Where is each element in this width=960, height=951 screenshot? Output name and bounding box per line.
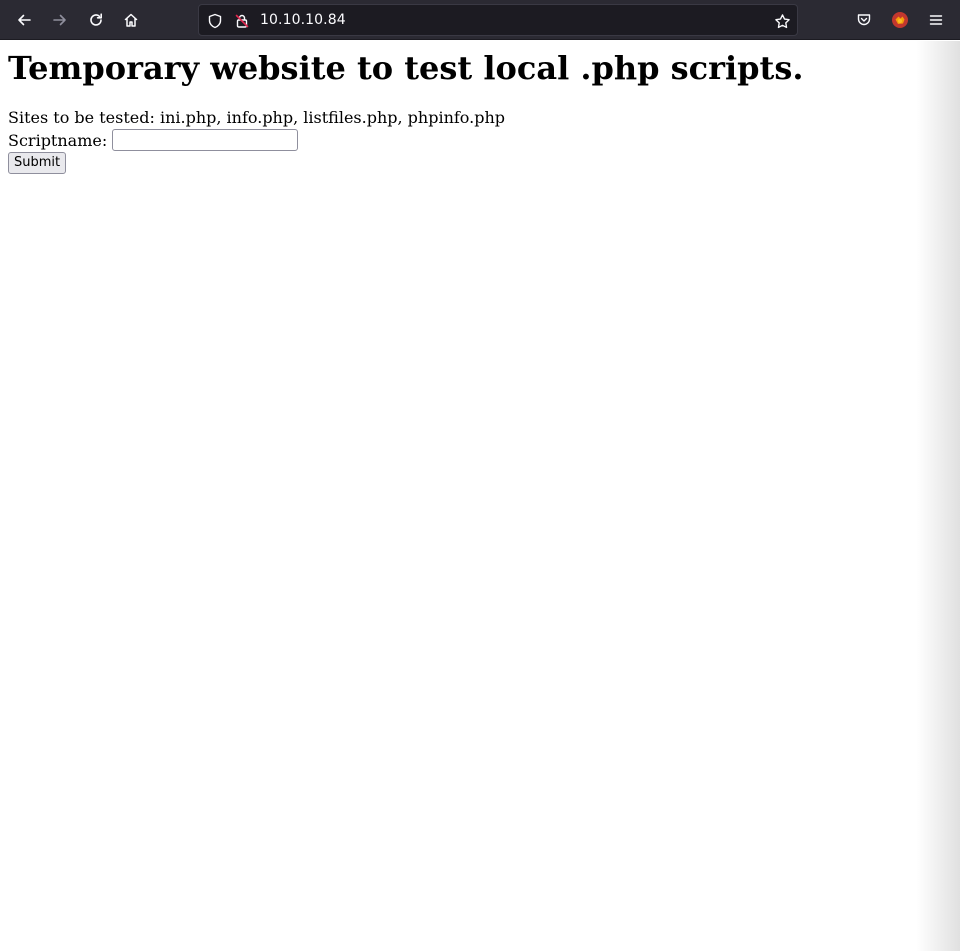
extension-button[interactable] [886, 6, 914, 34]
menu-button[interactable] [922, 6, 950, 34]
page-content: Temporary website to test local .php scr… [0, 41, 960, 951]
page-title: Temporary website to test local .php scr… [8, 49, 804, 87]
url-text[interactable]: 10.10.10.84 [260, 12, 346, 28]
back-arrow-icon [16, 12, 32, 28]
hamburger-menu-icon [928, 12, 944, 28]
scriptname-input[interactable] [112, 129, 299, 151]
forward-arrow-icon [52, 12, 68, 28]
browser-toolbar: 10.10.10.84 [0, 0, 960, 40]
shield-icon[interactable] [206, 12, 224, 30]
submit-button[interactable]: Submit [8, 152, 67, 174]
sites-to-test-text: Sites to be tested: ini.php, info.php, l… [8, 108, 506, 127]
insecure-lock-icon[interactable] [233, 12, 251, 30]
star-icon[interactable] [773, 12, 791, 30]
extension-icon [891, 11, 909, 29]
home-button[interactable] [117, 6, 145, 34]
forward-button[interactable] [46, 6, 74, 34]
home-icon [123, 12, 139, 28]
back-button[interactable] [10, 6, 38, 34]
reload-icon [88, 12, 104, 28]
pocket-button[interactable] [850, 6, 878, 34]
url-bar[interactable]: 10.10.10.84 [198, 4, 798, 36]
right-edge-shadow [916, 41, 960, 951]
reload-button[interactable] [82, 6, 110, 34]
scriptname-label: Scriptname: [8, 130, 108, 150]
script-form-row: Scriptname: [8, 128, 299, 152]
pocket-icon [856, 12, 872, 28]
